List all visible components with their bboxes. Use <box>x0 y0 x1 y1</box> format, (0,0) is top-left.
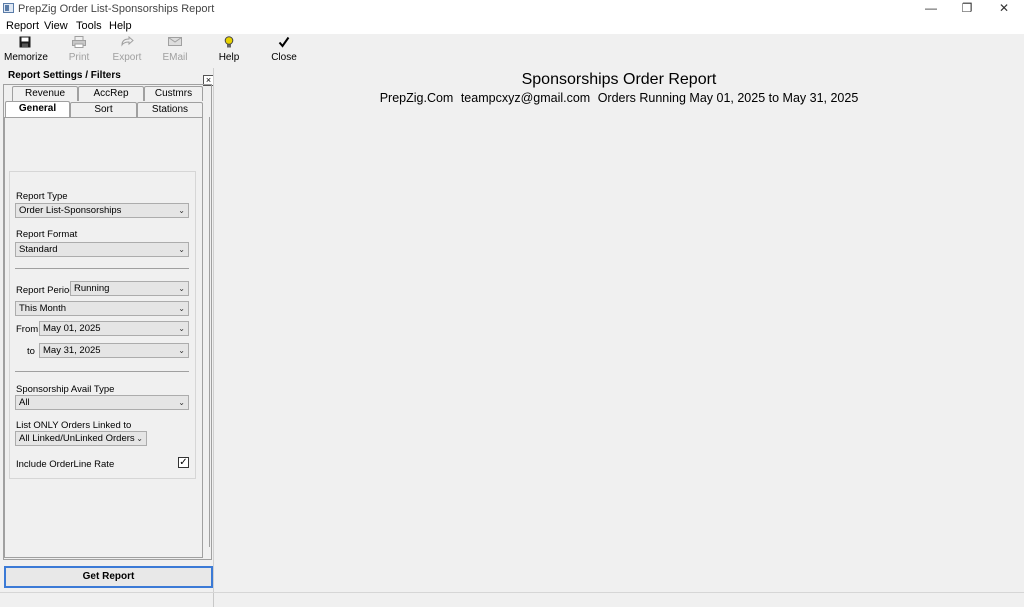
status-bar <box>0 592 1024 607</box>
checkmark-icon <box>268 36 300 50</box>
include-rate-label: Include OrderLine Rate <box>16 459 115 470</box>
tab-general[interactable]: General <box>5 101 70 118</box>
status-separator <box>213 593 214 607</box>
restore-button[interactable]: ❐ <box>948 0 986 18</box>
report-title: Sponsorships Order Report <box>521 71 717 88</box>
include-rate-checkbox[interactable]: ✓ <box>178 457 189 468</box>
report-preview: Sponsorships Order Report PrepZig.Com te… <box>214 68 1024 592</box>
to-date-value: May 31, 2025 <box>43 345 101 356</box>
separator <box>15 268 189 269</box>
help-label: Help <box>218 52 240 63</box>
memorize-label: Memorize <box>4 52 48 63</box>
chevron-down-icon: ⌄ <box>178 398 185 407</box>
report-period-select[interactable]: Running ⌄ <box>70 281 189 296</box>
chevron-down-icon: ⌄ <box>178 284 185 293</box>
tab-sort[interactable]: Sort <box>70 102 137 117</box>
printer-icon <box>64 36 94 50</box>
report-type-select[interactable]: Order List-Sponsorships ⌄ <box>15 203 189 218</box>
tab-stations[interactable]: Stations <box>137 102 203 117</box>
from-date-select[interactable]: May 01, 2025 ⌄ <box>39 321 189 336</box>
linked-orders-select[interactable]: All Linked/UnLinked Orders ⌄ <box>15 431 147 446</box>
envelope-icon <box>160 36 190 50</box>
menu-view[interactable]: View <box>44 20 68 32</box>
linked-orders-value: All Linked/UnLinked Orders <box>19 433 135 444</box>
export-button[interactable]: Export <box>111 35 143 63</box>
report-format-label: Report Format <box>16 229 78 240</box>
report-period-label: Report Period <box>16 285 75 296</box>
chevron-down-icon: ⌄ <box>178 206 185 215</box>
export-label: Export <box>112 52 142 63</box>
linked-orders-label: List ONLY Orders Linked to <box>16 420 132 431</box>
close-button[interactable]: Close <box>268 36 300 63</box>
avail-type-label: Sponsorship Avail Type <box>16 384 115 395</box>
report-type-label: Report Type <box>16 191 68 202</box>
tab-body-shadow <box>203 117 210 547</box>
report-company: PrepZig.Com <box>379 91 454 105</box>
lightbulb-icon <box>214 36 244 50</box>
separator <box>15 371 189 372</box>
menu-bar: Report View Tools Help <box>0 18 1024 34</box>
app-icon <box>3 3 14 13</box>
menu-tools[interactable]: Tools <box>76 20 102 32</box>
to-label: to <box>27 346 35 357</box>
minimize-button[interactable]: — <box>912 0 950 18</box>
report-period-text: Orders Running May 01, 2025 to May 31, 2… <box>597 91 859 105</box>
close-label: Close <box>271 52 297 63</box>
print-button[interactable]: Print <box>64 36 94 63</box>
avail-type-select[interactable]: All ⌄ <box>15 395 189 410</box>
close-window-button[interactable]: ✕ <box>985 0 1023 18</box>
panel-title: Report Settings / Filters <box>8 70 121 81</box>
menu-report[interactable]: Report <box>6 20 39 32</box>
tab-accrep[interactable]: AccRep <box>78 86 144 101</box>
window-title: PrepZig Order List-Sponsorships Report <box>18 3 215 15</box>
from-label: From <box>16 324 39 335</box>
floppy-disk-icon <box>4 36 46 50</box>
chevron-down-icon: ⌄ <box>136 434 143 443</box>
email-button[interactable]: EMail <box>160 36 190 63</box>
report-period-value: Running <box>74 283 110 294</box>
menu-help[interactable]: Help <box>109 20 132 32</box>
export-arrow-icon <box>111 35 143 50</box>
report-type-value: Order List-Sponsorships <box>19 205 122 216</box>
email-label: EMail <box>162 52 188 63</box>
report-format-value: Standard <box>19 244 58 255</box>
to-date-select[interactable]: May 31, 2025 ⌄ <box>39 343 189 358</box>
toolbar: Memorize Print Export EMail Help Close <box>0 34 1024 68</box>
report-format-select[interactable]: Standard ⌄ <box>15 242 189 257</box>
avail-type-value: All <box>19 397 30 408</box>
period-range-select[interactable]: This Month ⌄ <box>15 301 189 316</box>
tab-custmrs[interactable]: Custmrs <box>144 86 203 101</box>
report-subtitle: PrepZig.Com teampcxyz@gmail.com Orders R… <box>214 91 1024 105</box>
chevron-down-icon: ⌄ <box>178 245 185 254</box>
from-date-value: May 01, 2025 <box>43 323 101 334</box>
help-button[interactable]: Help <box>214 36 244 63</box>
period-range-value: This Month <box>19 303 66 314</box>
print-label: Print <box>68 52 90 63</box>
title-bar: PrepZig Order List-Sponsorships Report —… <box>0 0 1024 18</box>
chevron-down-icon: ⌄ <box>178 304 185 313</box>
report-email: teampcxyz@gmail.com <box>460 91 591 105</box>
chevron-down-icon: ⌄ <box>178 324 185 333</box>
tab-revenue[interactable]: Revenue <box>12 86 78 101</box>
get-report-button[interactable]: Get Report <box>4 566 213 588</box>
chevron-down-icon: ⌄ <box>178 346 185 355</box>
memorize-button[interactable]: Memorize <box>4 36 48 63</box>
